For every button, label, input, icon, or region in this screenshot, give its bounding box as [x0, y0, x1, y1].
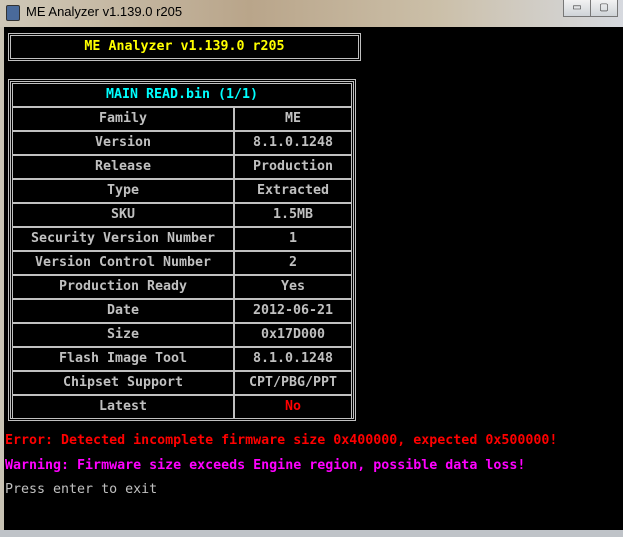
- row-label: Type: [12, 179, 234, 203]
- row-value: 0x17D000: [234, 323, 352, 347]
- row-value: 2012-06-21: [234, 299, 352, 323]
- minimize-button[interactable]: ▭: [563, 0, 591, 17]
- row-value: 2: [234, 251, 352, 275]
- info-table: MAIN READ.bin (1/1) Family ME Version 8.1.0…: [8, 79, 356, 421]
- app-icon: [6, 5, 20, 21]
- row-label: Latest: [12, 395, 234, 419]
- row-value: Production: [234, 155, 352, 179]
- row-label: Production Ready: [12, 275, 234, 299]
- row-value: CPT/PBG/PPT: [234, 371, 352, 395]
- row-value: Extracted: [234, 179, 352, 203]
- row-label: Date: [12, 299, 234, 323]
- row-value: 8.1.0.1248: [234, 347, 352, 371]
- console-output: ME Analyzer v1.139.0 r205 MAIN READ.bin …: [4, 27, 623, 530]
- row-label: Release: [12, 155, 234, 179]
- row-value: Yes: [234, 275, 352, 299]
- banner-box: ME Analyzer v1.139.0 r205: [8, 33, 361, 61]
- maximize-button[interactable]: ▢: [590, 0, 618, 17]
- row-label: SKU: [12, 203, 234, 227]
- row-label: Chipset Support: [12, 371, 234, 395]
- row-label: Version: [12, 131, 234, 155]
- window-title: ME Analyzer v1.139.0 r205: [26, 4, 183, 19]
- error-message: Error: Detected incomplete firmware size…: [5, 433, 558, 448]
- table-header: MAIN READ.bin (1/1): [12, 83, 352, 107]
- row-label: Security Version Number: [12, 227, 234, 251]
- row-value: 8.1.0.1248: [234, 131, 352, 155]
- row-label: Family: [12, 107, 234, 131]
- window-bottom-edge: [0, 530, 623, 537]
- warning-message: Warning: Firmware size exceeds Engine re…: [5, 458, 526, 473]
- row-label: Size: [12, 323, 234, 347]
- row-value: 1.5MB: [234, 203, 352, 227]
- row-value: No: [234, 395, 352, 419]
- exit-prompt: Press enter to exit: [5, 482, 158, 497]
- row-value: 1: [234, 227, 352, 251]
- row-value: ME: [234, 107, 352, 131]
- row-label: Flash Image Tool: [12, 347, 234, 371]
- row-label: Version Control Number: [12, 251, 234, 275]
- banner-text: ME Analyzer v1.139.0 r205: [84, 39, 285, 54]
- title-bar[interactable]: ME Analyzer v1.139.0 r205 ▭ ▢: [0, 0, 623, 27]
